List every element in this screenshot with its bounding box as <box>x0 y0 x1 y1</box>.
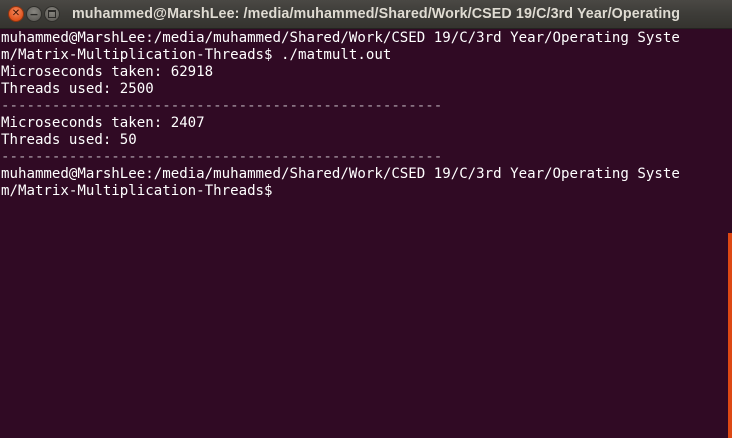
minimize-button[interactable]: − <box>26 6 42 22</box>
terminal-output[interactable]: muhammed@MarshLee:/media/muhammed/Shared… <box>0 29 732 438</box>
terminal-window: ✕ − muhammed@MarshLee: /media/muhammed/S… <box>0 0 732 438</box>
maximize-button[interactable] <box>44 6 60 22</box>
output-line: Microseconds taken: 2407 <box>1 115 205 131</box>
separator-line: ----------------------------------------… <box>1 149 443 165</box>
output-line: Threads used: 2500 <box>1 81 154 97</box>
maximize-icon <box>48 10 56 18</box>
prompt-line: muhammed@MarshLee:/media/muhammed/Shared… <box>1 166 680 182</box>
minimize-icon: − <box>29 7 39 21</box>
output-line: Microseconds taken: 62918 <box>1 64 214 80</box>
scrollbar[interactable] <box>728 233 732 438</box>
separator-line: ----------------------------------------… <box>1 98 443 114</box>
close-button[interactable]: ✕ <box>8 6 24 22</box>
prompt-line: muhammed@MarshLee:/media/muhammed/Shared… <box>1 30 680 46</box>
window-title: muhammed@MarshLee: /media/muhammed/Share… <box>72 6 681 22</box>
prompt-line: m/Matrix-Multiplication-Threads$ <box>1 183 273 199</box>
output-line: Threads used: 50 <box>1 132 137 148</box>
close-icon: ✕ <box>11 8 21 19</box>
command-line: m/Matrix-Multiplication-Threads$ ./matmu… <box>1 47 392 63</box>
title-bar[interactable]: ✕ − muhammed@MarshLee: /media/muhammed/S… <box>0 0 732 29</box>
